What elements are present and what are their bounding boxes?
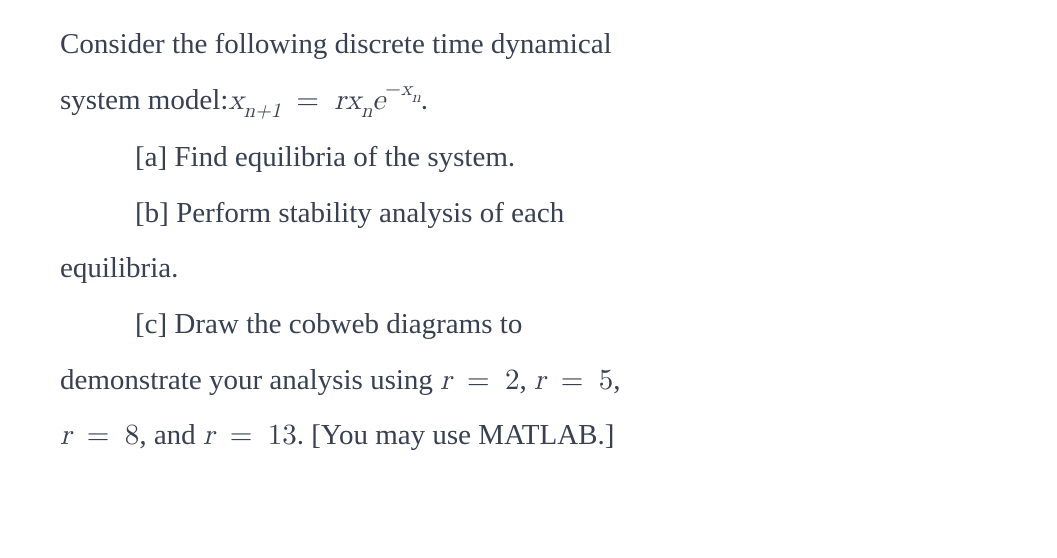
part-c-line3: r = 8, and r = 13. [You may use MATLAB.] xyxy=(60,409,1007,463)
equation: xn+1 = rxne−xn xyxy=(228,74,420,129)
r-eq-5: r = 5 xyxy=(534,366,613,395)
eq-lhs-var: x xyxy=(228,86,243,115)
comma-1: , xyxy=(519,364,534,396)
r-val-5: 5 xyxy=(599,366,614,395)
eq-xn-sub: n xyxy=(361,101,372,121)
part-c-line2: demonstrate your analysis using r = 2, r… xyxy=(60,354,1007,408)
problem-text: Consider the following discrete time dyn… xyxy=(60,18,1007,463)
r-eq-8: r = 8 xyxy=(60,421,139,450)
r-eq-1: = xyxy=(452,366,505,395)
r-eq-13: r = 13 xyxy=(203,421,297,450)
eq-lhs-sub-text: n+1 xyxy=(244,101,281,121)
eq-exponent: −xn xyxy=(385,79,421,99)
r-var-4: r xyxy=(203,421,214,450)
part-c-line1: [c] Draw the cobweb diagrams to xyxy=(60,298,1007,352)
r-val-2: 2 xyxy=(505,366,520,395)
r-val-8: 8 xyxy=(125,421,140,450)
eq-equals: = xyxy=(291,86,335,115)
intro-line-2: system model: xn+1 = rxne−xn . xyxy=(60,74,1007,129)
c-and: , and xyxy=(139,419,203,451)
eq-exp-x: x xyxy=(401,79,412,99)
part-b-line2: equilibria. xyxy=(60,242,1007,296)
eq-e: e xyxy=(372,86,385,115)
r-eq-2: r = 2 xyxy=(440,366,519,395)
intro-suffix: . xyxy=(421,74,428,128)
intro-line-1: Consider the following discrete time dyn… xyxy=(60,18,1007,72)
r-var-3: r xyxy=(60,421,71,450)
comma-trail: , xyxy=(613,364,620,396)
r-var-1: r xyxy=(440,366,451,395)
r-var-2: r xyxy=(534,366,545,395)
r-eq-2b: = xyxy=(545,366,598,395)
part-b-line1: [b] Perform stability analysis of each xyxy=(60,187,1007,241)
intro-prefix: system model: xyxy=(60,74,228,128)
eq-x: x xyxy=(346,86,361,115)
r-eq-4: = xyxy=(214,421,267,450)
eq-lhs-sub: n+1 xyxy=(244,101,281,121)
r-eq-3: = xyxy=(71,421,124,450)
c-line2-prefix: demonstrate your analysis using xyxy=(60,364,440,396)
c-suffix: . [You may use MATLAB.] xyxy=(297,419,615,451)
eq-exp-minus: − xyxy=(385,79,401,99)
eq-r: r xyxy=(334,86,345,115)
eq-exp-sub: n xyxy=(412,90,421,106)
r-val-13: 13 xyxy=(268,421,297,450)
part-a: [a] Find equilibria of the system. xyxy=(60,131,1007,185)
